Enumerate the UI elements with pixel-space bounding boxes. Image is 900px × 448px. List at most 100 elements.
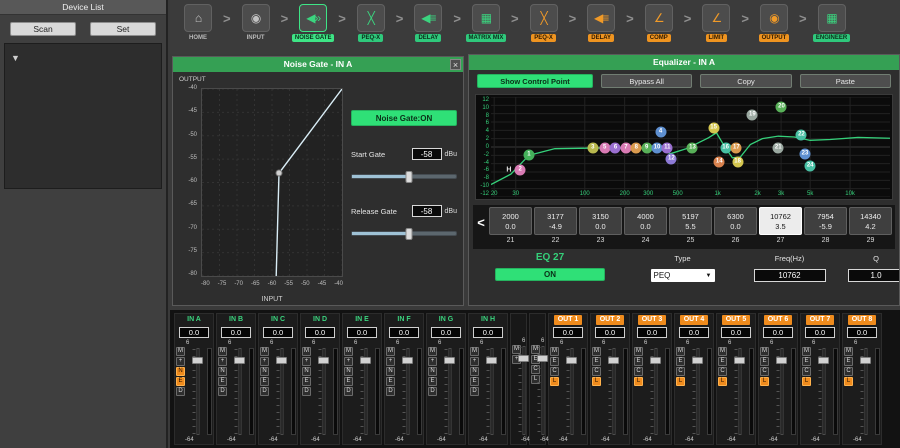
channel-button-eq[interactable]: E [302,377,311,386]
eq-point-20[interactable]: 20 [776,102,787,113]
channel-gain-value[interactable]: 0.0 [221,327,251,338]
channel-fader[interactable]: 6-64 [228,340,248,443]
channel-button-limit[interactable]: L [550,377,559,386]
channel-gain-value[interactable]: 0.0 [679,327,709,338]
eq-point-18[interactable]: 18 [732,157,743,168]
channel-fader[interactable]: 6-64 [186,340,206,443]
set-button[interactable]: Set [90,22,156,36]
channel-button-phase[interactable]: + [344,357,353,366]
channel-button-comp[interactable]: C [592,367,601,376]
channel-gain-value[interactable]: 0.0 [553,327,583,338]
channel-button-comp[interactable]: C [718,367,727,376]
channel-button-eq[interactable]: E [802,357,811,366]
eq-point-17[interactable]: 17 [731,142,742,153]
eq-point-2[interactable]: 2 [515,165,526,176]
channel-fader[interactable]: 6-64 [770,340,790,443]
fader-handle[interactable] [650,357,661,364]
channel-button-eq[interactable]: E [760,357,769,366]
q-value[interactable]: 1.0 [848,269,900,282]
channel-button-eq[interactable]: E [718,357,727,366]
toolbar-item-comp[interactable]: ∠COMP [635,4,683,42]
scan-button[interactable]: Scan [10,22,76,36]
channel-button-mute[interactable]: M [218,347,227,356]
channel-button-delay[interactable]: D [302,387,311,396]
band-cell[interactable]: 31500.0 [579,207,622,235]
channel-button-mute[interactable]: M [802,347,811,356]
band-cell[interactable]: 40000.0 [624,207,667,235]
channel-button-comp[interactable]: C [634,367,643,376]
eq-point-24[interactable]: 24 [805,161,816,172]
fader-handle[interactable] [860,357,871,364]
channel-button-gate[interactable]: N [344,367,353,376]
channel-button-eq[interactable]: E [592,357,601,366]
channel-fader[interactable]: 6-64 [812,340,832,443]
channel-gain-value[interactable]: 0.0 [473,327,503,338]
fader-handle[interactable] [734,357,745,364]
channel-button-eq[interactable]: E [176,377,185,386]
channel-button-eq[interactable]: E [218,377,227,386]
channel-button-delay[interactable]: D [344,387,353,396]
channel-button-gate[interactable]: N [386,367,395,376]
channel-button-gate[interactable]: N [428,367,437,376]
channel-button-delay[interactable]: D [218,387,227,396]
channel-fader[interactable]: 6-64 [522,338,525,443]
channel-gain-value[interactable]: 0.0 [805,327,835,338]
copy-button[interactable]: Copy [700,74,791,88]
channel-fader[interactable]: 6-64 [728,340,748,443]
eq-point-11[interactable]: 11 [662,142,673,153]
fader-handle[interactable] [537,355,548,362]
channel-button-mute[interactable]: M [676,347,685,356]
channel-gain-value[interactable]: 0.0 [847,327,877,338]
channel-button-mute[interactable]: M [760,347,769,356]
channel-button-eq[interactable]: E [550,357,559,366]
band-cell[interactable]: 107623.5 [759,207,802,235]
eq-point-3[interactable]: 3 [587,142,598,153]
tree-expand-icon[interactable]: ▼ [11,53,20,63]
fader-handle[interactable] [360,357,371,364]
channel-button-phase[interactable]: + [386,357,395,366]
eq-point-22[interactable]: 22 [796,129,807,140]
eq-point-1[interactable]: 1 [523,150,534,161]
channel-button-eq[interactable]: E [260,377,269,386]
channel-fader[interactable]: 6-64 [854,340,874,443]
eq-point-9[interactable]: 9 [641,142,652,153]
toolbar-item-delay[interactable]: ◀≡DELAY [577,4,625,42]
channel-button-mute[interactable]: M [386,347,395,356]
eq-point-13[interactable]: 13 [687,142,698,153]
fader-handle[interactable] [518,355,529,362]
start-gate-slider[interactable] [351,174,457,179]
band-cell[interactable]: 63000.0 [714,207,757,235]
toolbar-item-output[interactable]: ◉OUTPUT [750,4,798,42]
fader-handle[interactable] [608,357,619,364]
fader-handle[interactable] [318,357,329,364]
freq-value[interactable]: 10762 [754,269,826,282]
fader-handle[interactable] [444,357,455,364]
channel-fader[interactable]: 6-64 [354,340,374,443]
eq-point-10[interactable]: 10 [651,142,662,153]
close-icon[interactable]: × [450,59,461,70]
band-scroll-left-button[interactable]: < [475,207,487,237]
channel-button-limit[interactable]: L [718,377,727,386]
channel-fader[interactable]: 6-64 [312,340,332,443]
eq-point-12[interactable]: 12 [666,153,677,164]
channel-button-comp[interactable]: C [844,367,853,376]
release-gate-slider[interactable] [351,231,457,236]
channel-button-limit[interactable]: L [802,377,811,386]
channel-button-comp[interactable]: C [550,367,559,376]
channel-button-mute[interactable]: M [550,347,559,356]
fader-handle[interactable] [776,357,787,364]
channel-button-comp[interactable]: C [802,367,811,376]
channel-fader[interactable]: 6-64 [602,340,622,443]
channel-button-mute[interactable]: M [302,347,311,356]
channel-gain-value[interactable]: 0.0 [637,327,667,338]
channel-button-delay[interactable]: D [428,387,437,396]
channel-button-eq[interactable]: E [634,357,643,366]
channel-button-mute[interactable]: M [344,347,353,356]
channel-button-phase[interactable]: + [176,357,185,366]
channel-fader[interactable]: 6-64 [560,340,580,443]
channel-button-phase[interactable]: + [428,357,437,366]
channel-button-mute[interactable]: M [260,347,269,356]
eq-point-16[interactable]: 16 [720,142,731,153]
channel-button-eq[interactable]: E [428,377,437,386]
channel-gain-value[interactable]: 0.0 [263,327,293,338]
